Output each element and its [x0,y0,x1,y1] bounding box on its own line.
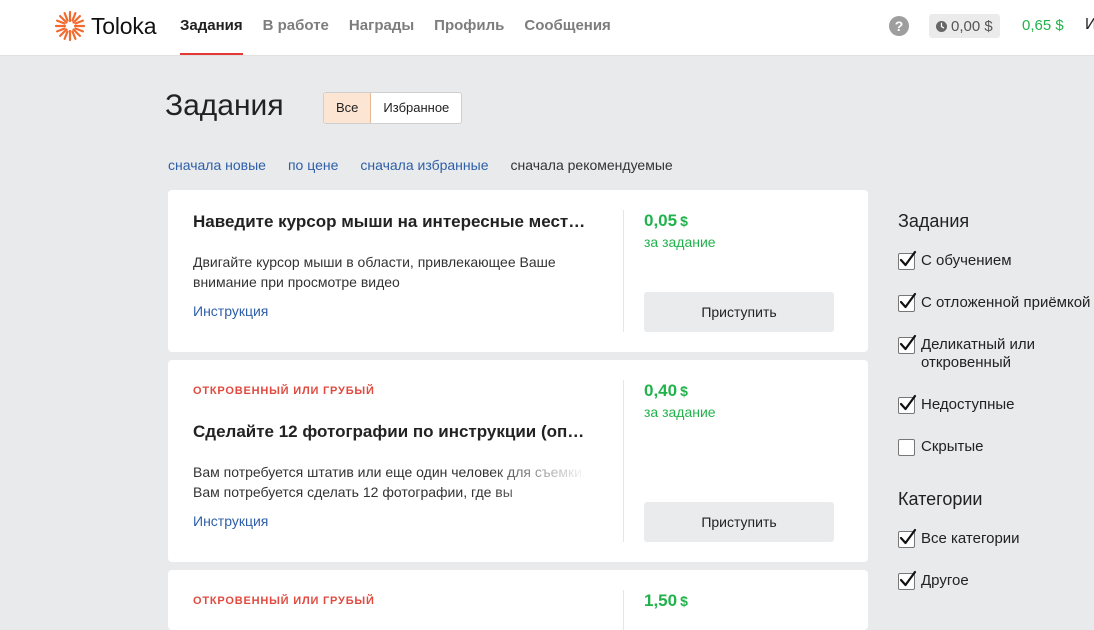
task-card[interactable]: ОТКРОВЕННЫЙ ИЛИ ГРУБЫЙ Сделайте 12 фотог… [168,360,868,562]
checkmark-icon [899,394,917,411]
task-description: Двигайте курсор мыши в области, привлека… [193,254,556,290]
task-price-value: 1,50 [644,591,678,610]
checkbox[interactable] [898,394,917,414]
checkbox[interactable] [898,570,917,590]
available-balance[interactable]: 0,65 $ [1022,17,1064,34]
card-divider [623,210,624,332]
filter-all-button[interactable]: Все [324,93,372,123]
category-other[interactable]: Другое [898,570,969,590]
toloka-logo[interactable]: Toloka [53,9,156,43]
checkbox[interactable] [898,334,917,354]
clock-icon [936,20,947,32]
card-divider [623,590,624,630]
categories-heading: Категории [898,489,983,509]
page-title: Задания [165,89,284,122]
sort-recommended: сначала рекомендуемые [510,157,673,173]
task-price: 0,40 $ [644,381,688,401]
main-nav: Задания В работе Награды Профиль Сообщен… [180,0,631,55]
filter-hidden[interactable]: Скрытые [898,438,984,456]
checkbox-label: Другое [921,572,969,589]
checkmark-icon [899,528,917,545]
sunburst-logo-icon [54,10,86,42]
sort-favorites-first[interactable]: сначала избранные [360,157,488,173]
checkmark-icon [899,334,917,351]
checkbox-label: Скрытые [921,438,984,455]
price-per-task-label: за задание [644,404,716,420]
pending-balance[interactable]: 0,00 $ [929,14,1000,38]
checkbox-label: Все категории [921,530,1020,547]
checkbox[interactable] [898,250,917,270]
currency-symbol: $ [680,593,688,609]
task-price: 0,05 $ [644,211,688,231]
filter-favorites-button[interactable]: Избранное [371,93,461,123]
sort-newest[interactable]: сначала новые [168,157,266,173]
tasks-filter-heading: Задания [898,211,970,231]
checkbox[interactable] [898,292,917,312]
nav-tab-in-progress[interactable]: В работе [263,0,329,55]
task-description: Вам потребуется штатив или еще один чело… [193,464,586,500]
task-card[interactable]: ОТКРОВЕННЫЙ ИЛИ ГРУБЫЙ 1,50 $ [168,570,868,630]
category-all[interactable]: Все категории [898,528,1020,548]
nav-tab-messages[interactable]: Сообщения [524,0,610,55]
checkbox-label: С обучением [921,252,1012,269]
logo-text: Toloka [91,12,157,39]
content-warning-tag: ОТКРОВЕННЫЙ ИЛИ ГРУБЫЙ [193,385,375,397]
task-price-value: 0,05 [644,211,678,230]
checkbox-label: Недоступные [921,396,1015,413]
instruction-link[interactable]: Инструкция [193,303,268,319]
currency-symbol: $ [680,213,688,229]
card-divider [623,380,624,542]
pending-balance-value: 0,00 $ [951,17,993,35]
checkbox[interactable] [898,528,917,548]
sort-by-price[interactable]: по цене [288,157,338,173]
filter-toggle: Все Избранное [323,92,463,124]
instruction-link[interactable]: Инструкция [193,513,268,529]
checkmark-icon [899,570,917,587]
task-price-value: 0,40 [644,381,678,400]
filter-unavailable[interactable]: Недоступные [898,394,1015,414]
checkmark-icon [899,292,917,309]
task-title[interactable]: Наведите курсор мыши на интересные места… [193,212,593,232]
start-task-button[interactable]: Приступить [644,292,834,332]
nav-tab-tasks[interactable]: Задания [180,0,243,55]
checkbox[interactable] [898,439,915,456]
start-task-button[interactable]: Приступить [644,502,834,542]
sort-options: сначала новые по цене сначала избранные … [168,157,695,173]
header-cut-text[interactable]: И [1085,16,1094,34]
checkmark-icon [899,250,917,267]
currency-symbol: $ [680,383,688,399]
help-icon[interactable]: ? [889,16,909,36]
task-price: 1,50 $ [644,591,688,611]
content-warning-tag: ОТКРОВЕННЫЙ ИЛИ ГРУБЫЙ [193,595,375,607]
filter-sensitive-content[interactable]: Деликатный или откровенный [898,334,1058,372]
price-per-task-label: за задание [644,234,716,250]
filter-with-training[interactable]: С обучением [898,250,1012,270]
task-title[interactable]: Сделайте 12 фотографии по инструкции (оп… [193,422,593,442]
top-header: Toloka Задания В работе Награды Профиль … [0,0,1094,56]
checkbox-label: С отложенной приёмкой [921,294,1091,311]
nav-tab-rewards[interactable]: Награды [349,0,414,55]
checkbox-label: Деликатный или откровенный [921,336,1036,371]
filter-delayed-acceptance[interactable]: С отложенной приёмкой [898,292,1091,312]
task-card[interactable]: Наведите курсор мыши на интересные места… [168,190,868,352]
nav-tab-profile[interactable]: Профиль [434,0,504,55]
